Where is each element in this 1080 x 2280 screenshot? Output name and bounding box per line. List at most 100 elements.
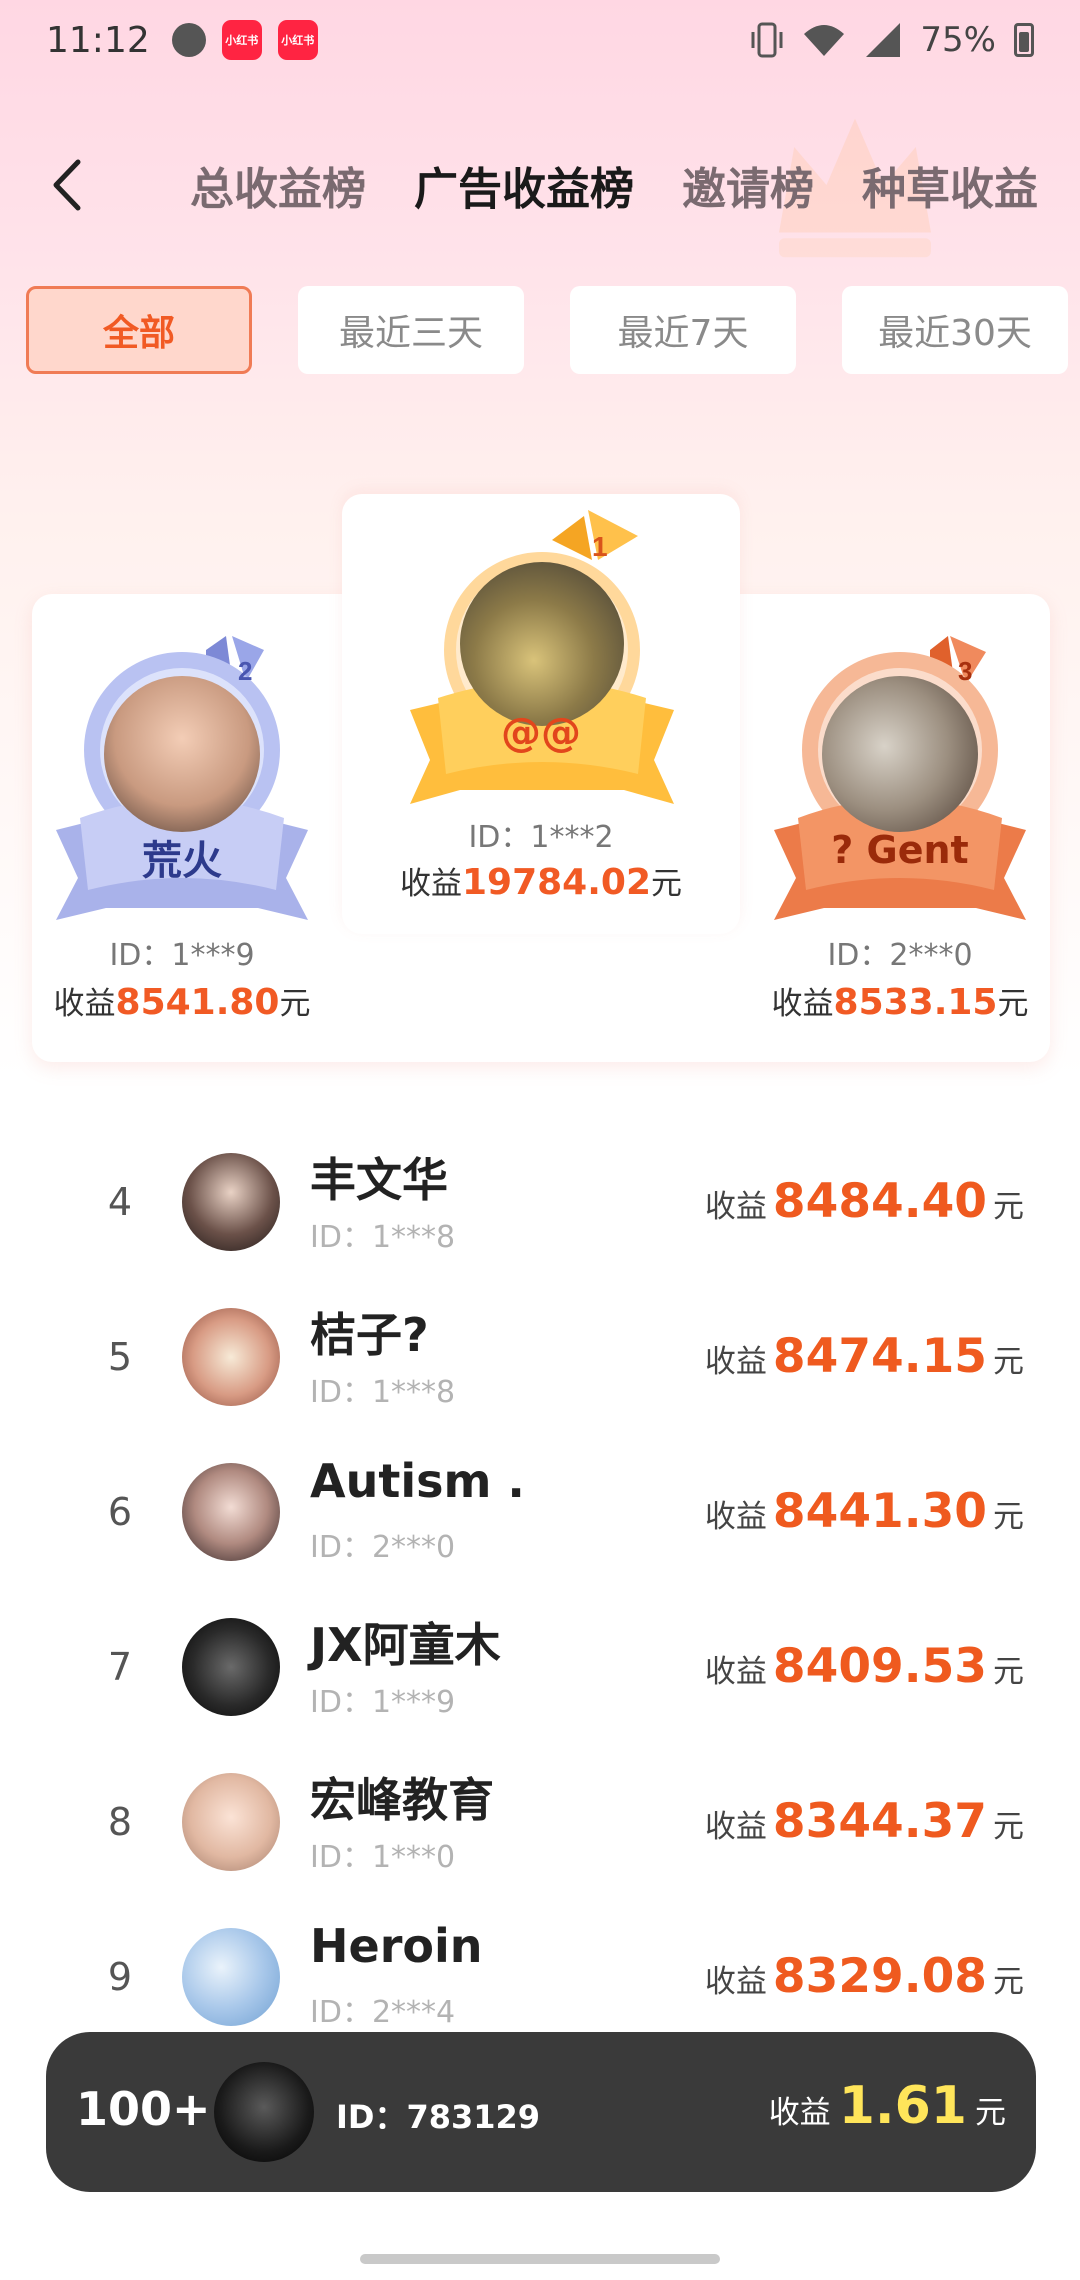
podium-second[interactable]: 2 荒火 ID：1***9 收益8541.80元 [32,620,332,1060]
earnings: 收益 8344.37 元 [705,1794,1024,1849]
filter-last-30-days[interactable]: 最近30天 [842,286,1068,374]
back-icon[interactable] [40,150,100,220]
list-item[interactable]: 4 丰文华 ID：1***8 收益 8484.40 元 [0,1124,1080,1279]
avatar [182,1307,280,1406]
avatar [214,2062,314,2162]
tab-total-earnings[interactable]: 总收益榜 [190,150,366,230]
battery-percent: 75% [920,20,996,60]
tab-invite[interactable]: 邀请榜 [682,150,814,230]
xiaohongshu-app-icon: 小红书 [277,20,318,60]
podium-id: ID：1***2 [468,820,614,855]
user-name: 丰文华 [310,1153,448,1207]
svg-text:3: 3 [958,656,972,686]
time-filter-group: 全部 最近三天 最近7天 最近30天 [26,286,1068,374]
podium-earnings: 收益19784.02元 [342,858,740,903]
rank-number: 7 [107,1644,133,1689]
podium-third[interactable]: 3 ? Gent ID：2***0 收益8533.15元 [750,620,1050,1060]
earn-label: 收益 [704,1809,767,1845]
earn-label: 收益 [704,1964,767,2000]
tab-bar: 总收益榜 广告收益榜 邀请榜 种草收益 [190,150,1080,230]
user-id: ID：1***9 [310,1685,456,1720]
podium-name: ? Gent [831,828,969,872]
user-id: ID：1***8 [310,1375,456,1410]
user-name: Heroin [310,1919,483,1973]
earnings: 收益 8329.08 元 [705,1949,1024,2004]
my-rank-bar[interactable]: 100+ ID：783129 收益 1.61 元 [46,2032,1036,2192]
currency-label: 元 [997,986,1029,1022]
user-name: 桔子? [310,1308,429,1362]
currency-label: 元 [993,1964,1024,2000]
earn-amount: 8484.40 [772,1174,987,1229]
leaderboard-header: 总收益榜 广告收益榜 邀请榜 种草收益 [0,140,1080,240]
currency-label: 元 [651,866,683,902]
rank-number: 5 [107,1334,133,1379]
earnings: 收益 8474.15 元 [705,1329,1024,1384]
currency-label: 元 [279,986,311,1022]
earn-amount: 8441.30 [772,1484,987,1539]
my-id: ID：783129 [336,2098,541,2136]
xiaohongshu-app-icon: 小红书 [221,20,262,60]
message-icon [171,23,206,57]
earn-label: 收益 [704,1344,767,1380]
filter-all[interactable]: 全部 [26,286,252,374]
avatar [182,1617,280,1716]
currency-label: 元 [993,1654,1024,1690]
battery-icon [1014,23,1034,57]
user-name: 宏峰教育 [310,1773,494,1827]
earn-label: 收益 [768,2095,831,2131]
earnings: 收益 8484.40 元 [705,1174,1024,1229]
user-name: Autism . [310,1454,525,1508]
filter-last-3-days[interactable]: 最近三天 [298,286,524,374]
podium-earnings: 收益8533.15元 [750,978,1050,1023]
svg-text:2: 2 [238,656,252,686]
list-item[interactable]: 8 宏峰教育 ID：1***0 收益 8344.37 元 [0,1744,1080,1899]
earn-amount: 8329.08 [772,1949,987,2004]
earn-label: 收益 [771,986,834,1022]
earn-label: 收益 [704,1189,767,1225]
avatar [182,1927,280,2026]
earnings: 收益 8409.53 元 [705,1639,1024,1694]
user-id: ID：2***0 [310,1530,456,1565]
signal-icon [866,23,901,57]
status-bar: 11:12 小红书 小红书 75% [0,0,1080,80]
earn-amount: 8344.37 [772,1794,987,1849]
my-rank: 100+ [76,2082,211,2136]
earn-amount: 19784.02 [461,862,652,903]
avatar [182,1462,280,1561]
home-indicator[interactable] [360,2254,720,2264]
currency-label: 元 [993,1809,1024,1845]
rank-number: 8 [107,1799,133,1844]
filter-last-7-days[interactable]: 最近7天 [570,286,796,374]
rank-number: 9 [107,1954,133,1999]
podium-name: @@ [501,710,581,756]
leaderboard-page: 11:12 小红书 小红书 75% 总收益榜 广告收益榜 邀请榜 种草收益 全部… [0,0,1080,2280]
rank-number: 4 [107,1179,133,1224]
podium-id: ID：2***0 [827,938,973,973]
list-item[interactable]: 5 桔子? ID：1***8 收益 8474.15 元 [0,1279,1080,1434]
podium-id: ID：1***9 [109,938,255,973]
currency-label: 元 [975,2095,1006,2131]
podium-earnings: 收益8541.80元 [32,978,332,1023]
currency-label: 元 [993,1189,1024,1225]
earn-amount: 8474.15 [772,1329,987,1384]
currency-label: 元 [993,1499,1024,1535]
earn-amount: 1.61 [838,2076,967,2136]
tab-ad-earnings[interactable]: 广告收益榜 [414,150,634,230]
list-item[interactable]: 6 Autism . ID：2***0 收益 8441.30 元 [0,1434,1080,1589]
earn-label: 收益 [53,986,116,1022]
podium-name: 荒火 [142,838,222,884]
list-item[interactable]: 7 JX阿童木 ID：1***9 收益 8409.53 元 [0,1589,1080,1744]
podium-first[interactable]: 1 @@ ID：1***2 收益19784.02元 [342,494,740,934]
tab-seeding-earnings[interactable]: 种草收益 [862,150,1038,230]
avatar [182,1152,280,1251]
avatar [822,676,978,832]
user-id: ID：2***4 [310,1995,456,2030]
earn-amount: 8409.53 [772,1639,987,1694]
user-id: ID：1***0 [310,1840,456,1875]
avatar [104,676,260,832]
list-item[interactable]: 9 Heroin ID：2***4 收益 8329.08 元 [0,1899,1080,2054]
svg-text:1: 1 [592,531,608,562]
my-earnings: 收益 1.61 元 [769,2076,1006,2136]
earn-label: 收益 [704,1654,767,1690]
earn-amount: 8533.15 [833,982,998,1023]
